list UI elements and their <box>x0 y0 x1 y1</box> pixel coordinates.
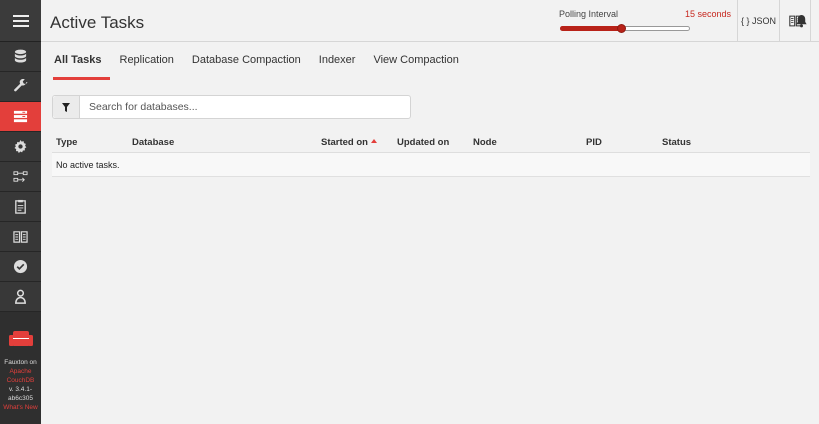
empty-message: No active tasks. <box>56 160 120 170</box>
json-button[interactable]: { } JSON <box>738 0 780 42</box>
column-header-started-on[interactable]: Started on <box>321 137 377 148</box>
hamburger-icon <box>12 14 29 27</box>
tab-replication[interactable]: Replication <box>120 54 174 80</box>
book-icon <box>13 231 28 243</box>
gear-icon <box>14 139 27 154</box>
user-icon <box>15 289 26 304</box>
search-input[interactable] <box>80 96 400 118</box>
active-tasks-table: Type Database Started on Updated on Node… <box>52 131 810 177</box>
header: Active Tasks Polling Interval 15 seconds… <box>41 0 819 42</box>
sidebar-item-databases[interactable] <box>0 42 41 72</box>
table-header: Type Database Started on Updated on Node… <box>52 131 810 153</box>
couch-icon <box>8 331 33 346</box>
sidebar: Fauxton on Apache CouchDB v. 3.4.1- ab6c… <box>0 0 41 424</box>
column-header-status[interactable]: Status <box>662 137 691 148</box>
tab-indexer[interactable]: Indexer <box>319 54 356 80</box>
column-header-node[interactable]: Node <box>473 137 497 148</box>
version-hash: ab6c305 <box>8 395 33 402</box>
notifications-button[interactable] <box>795 14 808 33</box>
couchdb-link[interactable]: CouchDB <box>0 376 41 385</box>
sidebar-item-documentation[interactable] <box>0 222 41 252</box>
sidebar-item-verify[interactable] <box>0 192 41 222</box>
checkmark-icon <box>13 259 28 274</box>
database-search <box>52 95 411 119</box>
polling-value: 15 seconds <box>684 9 731 19</box>
sidebar-item-active-tasks[interactable] <box>0 102 41 132</box>
tab-view-compaction[interactable]: View Compaction <box>373 54 458 80</box>
polling-interval: Polling Interval 15 seconds <box>554 0 738 42</box>
tab-all-tasks[interactable]: All Tasks <box>53 54 109 80</box>
slider-fill <box>560 26 622 31</box>
version-line-fauxton: Fauxton on <box>4 359 37 366</box>
couchdb-logo[interactable] <box>0 330 41 348</box>
sidebar-item-setup[interactable] <box>0 72 41 102</box>
version-info: Fauxton on Apache CouchDB v. 3.4.1- ab6c… <box>0 358 41 412</box>
task-type-tabs: All Tasks Replication Database Compactio… <box>53 54 477 80</box>
column-header-type[interactable]: Type <box>56 137 77 148</box>
slider-handle[interactable] <box>616 24 626 33</box>
version-number: v. 3.4.1- <box>8 386 32 393</box>
sort-ascending-icon <box>370 139 377 144</box>
tab-database-compaction[interactable]: Database Compaction <box>192 54 301 80</box>
json-label: { } JSON <box>740 16 776 26</box>
clipboard-icon <box>15 199 26 214</box>
column-header-database[interactable]: Database <box>132 137 174 148</box>
sidebar-item-verify-install[interactable] <box>0 252 41 282</box>
hamburger-menu-button[interactable] <box>0 0 41 42</box>
wrench-icon <box>14 79 28 92</box>
column-header-pid[interactable]: PID <box>586 137 602 148</box>
sidebar-item-replication[interactable] <box>0 162 41 192</box>
bell-icon <box>796 14 807 28</box>
sidebar-item-user[interactable] <box>0 282 41 312</box>
apache-link[interactable]: Apache <box>0 367 41 376</box>
database-icon <box>14 49 27 63</box>
column-header-updated-on[interactable]: Updated on <box>397 137 449 148</box>
replication-icon <box>13 171 28 182</box>
active-tasks-icon <box>13 110 28 123</box>
polling-label: Polling Interval <box>559 9 619 19</box>
polling-slider[interactable] <box>560 24 690 33</box>
page-title: Active Tasks <box>50 13 145 32</box>
whats-new-link[interactable]: What's New <box>0 403 41 412</box>
filter-icon <box>62 102 70 112</box>
table-row: No active tasks. <box>52 153 810 177</box>
sidebar-item-config[interactable] <box>0 132 41 162</box>
filter-button[interactable] <box>53 96 80 118</box>
